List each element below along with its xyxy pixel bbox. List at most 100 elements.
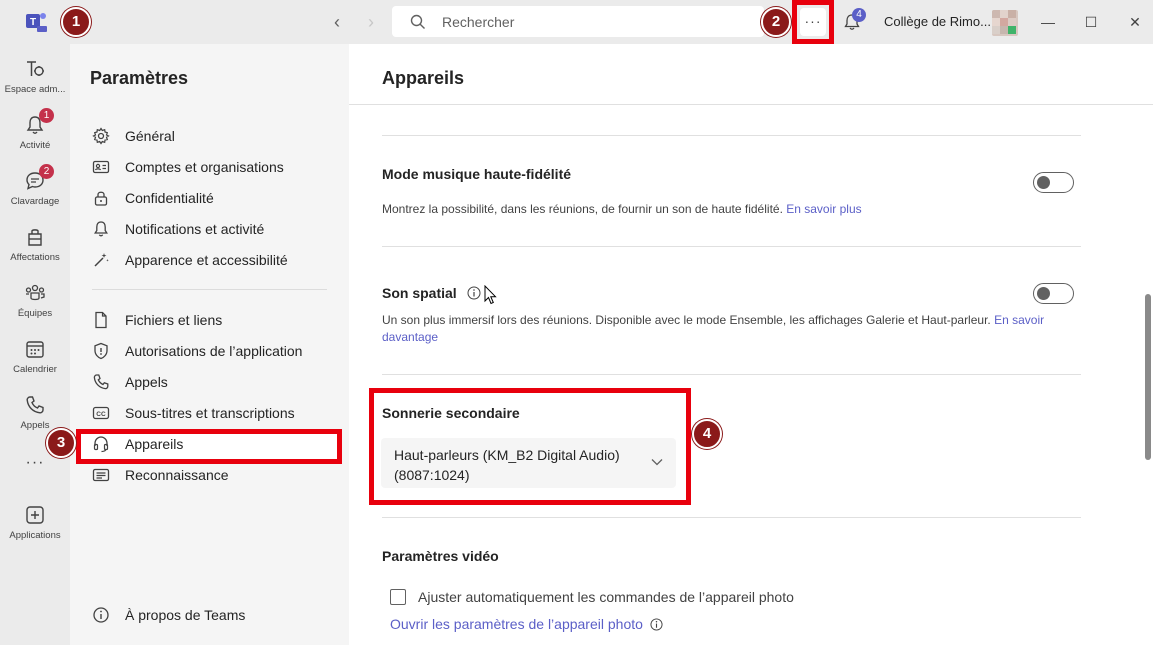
settings-nav-about[interactable]: À propos de Teams (92, 602, 245, 628)
auto-adjust-camera-label[interactable]: Ajuster automatiquement les commandes de… (418, 589, 794, 605)
spatial-learn-more-link[interactable]: En savoir (994, 313, 1044, 327)
settings-nav-recognition[interactable]: Reconnaissance (92, 462, 229, 488)
rail-label-applications: Applications (9, 530, 61, 541)
recognition-icon (92, 468, 110, 482)
settings-nav-label: Comptes et organisations (125, 159, 284, 175)
about-label: À propos de Teams (125, 607, 246, 623)
rail-item-chat[interactable]: Clavardage 2 (0, 164, 70, 218)
settings-nav-label: Autorisations de l’application (125, 343, 303, 359)
page-title: Appareils (382, 68, 465, 88)
app-rail: Espace adm... Activité 1 Clavardage 2 Af… (0, 44, 70, 645)
spatial-toggle[interactable] (1033, 283, 1074, 304)
settings-title: Paramètres (90, 68, 189, 88)
rail-label-admin: Espace adm... (4, 84, 66, 95)
minimize-button[interactable]: — (1036, 10, 1060, 34)
org-name[interactable]: Collège de Rimo... (884, 14, 991, 29)
info-icon[interactable] (467, 286, 481, 300)
settings-nav-label: Appels (125, 374, 168, 390)
dropdown-selected-value: Haut-parleurs (KM_B2 Digital Audio) (808… (394, 445, 634, 485)
spatial-learn-more-link-2[interactable]: davantage (382, 330, 438, 344)
settings-nav-appearance[interactable]: Apparence et accessibilité (92, 247, 288, 273)
hifi-learn-more-link[interactable]: En savoir plus (786, 202, 861, 216)
headset-icon (93, 436, 109, 453)
section-divider (382, 374, 1081, 375)
gear-icon (92, 127, 110, 145)
spatial-title-text: Son spatial (382, 285, 457, 301)
spatial-description: Un son plus immersif lors des réunions. … (382, 312, 1052, 346)
settings-nav-captions[interactable]: CC Sous-titres et transcriptions (92, 400, 295, 426)
bell-icon (94, 221, 108, 237)
avatar[interactable] (992, 10, 1018, 36)
file-icon (95, 311, 107, 329)
notifications-badge: 4 (852, 8, 866, 22)
info-icon (93, 607, 109, 623)
toggle-knob (1037, 176, 1050, 189)
more-options-button[interactable]: ··· (800, 8, 826, 36)
settings-nav-notifications[interactable]: Notifications et activité (92, 216, 264, 242)
magic-wand-icon (94, 253, 109, 267)
search-icon (410, 14, 425, 29)
settings-nav-files[interactable]: Fichiers et liens (92, 307, 222, 333)
rail-item-admin[interactable]: Espace adm... (0, 52, 70, 106)
step-marker-1: 1 (61, 7, 91, 37)
info-icon (650, 618, 663, 631)
settings-nav-privacy[interactable]: Confidentialité (92, 185, 214, 211)
scrollbar-thumb[interactable] (1145, 294, 1151, 460)
forward-icon[interactable]: › (361, 12, 381, 32)
rail-item-teams[interactable]: Équipes (0, 276, 70, 330)
main-panel: Appareils Mode musique haute-fidélité Mo… (349, 44, 1153, 645)
camera-settings-link-text[interactable]: Ouvrir les paramètres de l’appareil phot… (390, 616, 643, 632)
svg-text:CC: CC (96, 411, 106, 418)
secondary-ringer-dropdown[interactable]: Haut-parleurs (KM_B2 Digital Audio) (808… (381, 438, 676, 488)
settings-nav-devices[interactable]: Appareils (92, 431, 183, 457)
rail-item-calendar[interactable]: Calendrier (0, 332, 70, 386)
hifi-toggle[interactable] (1033, 172, 1074, 193)
teams-logo-icon[interactable]: T (24, 10, 48, 34)
settings-nav-general[interactable]: Général (92, 123, 175, 149)
search-placeholder: Rechercher (442, 13, 515, 30)
settings-nav-label: Confidentialité (125, 190, 214, 206)
section-divider (382, 517, 1081, 518)
settings-nav-accounts[interactable]: Comptes et organisations (92, 154, 284, 180)
add-apps-icon (26, 506, 44, 524)
shield-icon (94, 342, 108, 360)
rail-label-calendar: Calendrier (13, 364, 57, 375)
settings-nav: Paramètres Général Comptes et organisati… (70, 44, 349, 645)
main-header: Appareils (349, 44, 1153, 105)
mouse-cursor-icon (484, 285, 497, 305)
section-divider (382, 135, 1081, 136)
calendar-icon (26, 341, 44, 358)
hifi-desc-text: Montrez la possibilité, dans les réunion… (382, 202, 787, 216)
activity-badge: 1 (39, 108, 54, 123)
step-marker-3: 3 (46, 428, 76, 458)
settings-nav-calls[interactable]: Appels (92, 369, 168, 395)
search-input[interactable]: Rechercher (392, 6, 764, 37)
settings-nav-permissions[interactable]: Autorisations de l’application (92, 338, 302, 364)
phone-icon (26, 396, 44, 414)
auto-adjust-camera-checkbox[interactable] (390, 589, 406, 605)
maximize-button[interactable]: ☐ (1079, 10, 1103, 34)
camera-settings-link[interactable]: Ouvrir les paramètres de l’appareil phot… (390, 616, 663, 632)
nav-divider (92, 289, 327, 290)
settings-nav-label: Fichiers et liens (125, 312, 223, 328)
back-icon[interactable]: ‹ (327, 12, 347, 32)
rail-item-applications[interactable]: Applications (0, 498, 70, 552)
video-settings-title: Paramètres vidéo (382, 548, 499, 564)
settings-nav-label: Notifications et activité (125, 221, 265, 237)
settings-nav-label: Sous-titres et transcriptions (125, 405, 295, 421)
dropdown-value-line1: Haut-parleurs (KM_B2 Digital Audio) (394, 447, 620, 463)
rail-item-assignments[interactable]: Affectations (0, 220, 70, 274)
section-divider (382, 246, 1081, 247)
chat-badge: 2 (39, 164, 54, 179)
close-button[interactable]: ✕ (1123, 10, 1147, 34)
rail-label-activity: Activité (19, 140, 51, 151)
settings-nav-label: Apparence et accessibilité (125, 252, 288, 268)
cc-icon: CC (92, 406, 110, 420)
secondary-ringer-title: Sonnerie secondaire (382, 405, 520, 421)
spatial-title: Son spatial (382, 285, 481, 301)
rail-label-teams: Équipes (17, 308, 53, 319)
assignments-icon (28, 229, 42, 246)
hifi-title: Mode musique haute-fidélité (382, 166, 572, 182)
rail-label-assignments: Affectations (10, 252, 60, 263)
rail-item-activity[interactable]: Activité 1 (0, 108, 70, 162)
